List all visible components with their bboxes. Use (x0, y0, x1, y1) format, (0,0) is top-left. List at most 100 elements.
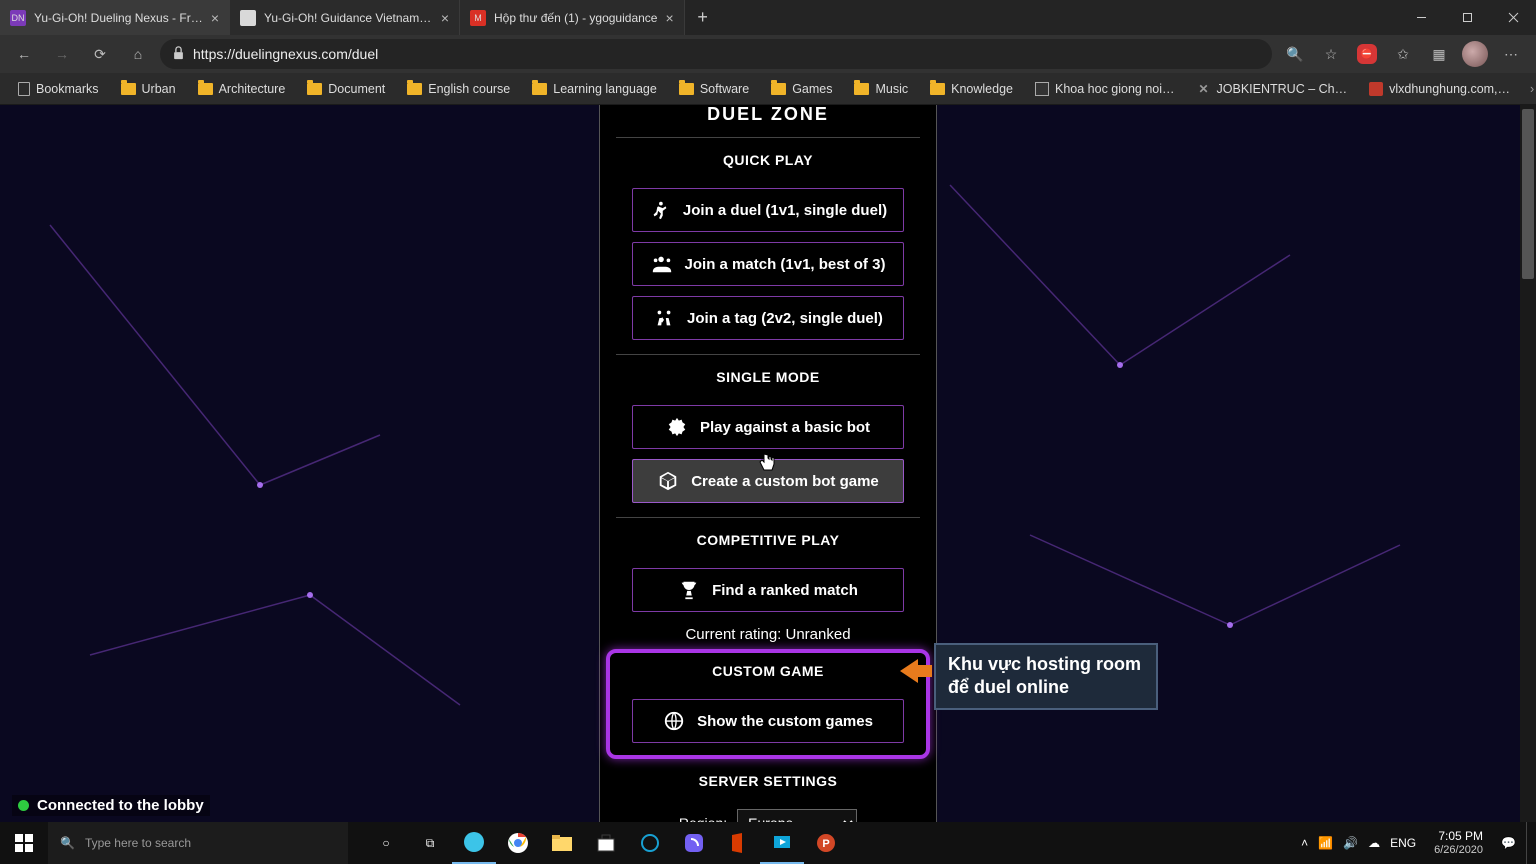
find-ranked-button[interactable]: Find a ranked match (632, 568, 904, 612)
maximize-button[interactable] (1444, 0, 1490, 35)
bookmark-item[interactable]: Urban (113, 78, 184, 100)
bookmark-item[interactable]: Document (299, 78, 393, 100)
cortana-circle-icon[interactable] (628, 822, 672, 864)
chrome-icon[interactable] (496, 822, 540, 864)
site-icon: ✕ (1197, 82, 1211, 96)
favicon-icon: M (470, 10, 486, 26)
bookmark-label: Games (792, 82, 832, 96)
onedrive-icon[interactable]: ☁ (1368, 836, 1380, 850)
bookmark-label: Software (700, 82, 749, 96)
folder-icon (121, 83, 136, 95)
bookmark-label: Knowledge (951, 82, 1013, 96)
button-label: Play against a basic bot (700, 419, 870, 436)
bookmark-label: English course (428, 82, 510, 96)
ms-store-icon[interactable] (584, 822, 628, 864)
wifi-icon[interactable]: 📶 (1318, 836, 1333, 850)
favorite-star-icon[interactable]: ☆ (1314, 37, 1348, 71)
globe-icon (663, 710, 685, 732)
taskbar-search[interactable]: 🔍 Type here to search (48, 822, 348, 864)
bookmark-label: vlxdhunghung.com,… (1389, 82, 1510, 96)
address-bar[interactable]: https://duelingnexus.com/duel (160, 39, 1272, 69)
status-text: Connected to the lobby (37, 797, 204, 814)
bookmark-item[interactable]: Music (846, 78, 916, 100)
bookmark-item[interactable]: ✕JOBKIENTRUC – Ch… (1189, 78, 1356, 100)
zoom-icon[interactable]: 🔍 (1278, 37, 1312, 71)
bookmark-item[interactable]: Games (763, 78, 840, 100)
toolbar-right: 🔍 ☆ ⛔ ✩ ▦ ⋯ (1278, 37, 1528, 71)
close-icon[interactable]: × (665, 10, 673, 26)
file-explorer-icon[interactable] (540, 822, 584, 864)
cortana-icon[interactable]: ○ (364, 822, 408, 864)
bookmark-item[interactable]: Learning language (524, 78, 665, 100)
join-duel-button[interactable]: Join a duel (1v1, single duel) (632, 188, 904, 232)
adblock-icon[interactable]: ⛔ (1350, 37, 1384, 71)
minimize-button[interactable] (1398, 0, 1444, 35)
bookmark-item[interactable]: Bookmarks (10, 78, 107, 100)
bookmark-item[interactable]: Architecture (190, 78, 294, 100)
bookmark-item[interactable]: Khoa hoc giong noi… (1027, 78, 1183, 100)
tab-label: Hộp thư đến (1) - ygoguidance (494, 11, 657, 25)
forward-button[interactable]: → (46, 38, 78, 70)
play-bot-button[interactable]: Play against a basic bot (632, 405, 904, 449)
refresh-button[interactable]: ⟳ (84, 38, 116, 70)
create-bot-game-button[interactable]: Create a custom bot game (632, 459, 904, 503)
join-tag-button[interactable]: Join a tag (2v2, single duel) (632, 296, 904, 340)
join-match-button[interactable]: Join a match (1v1, best of 3) (632, 242, 904, 286)
bookmark-item[interactable]: Software (671, 78, 757, 100)
region-row: Region: Europe (616, 809, 920, 822)
search-placeholder: Type here to search (85, 836, 191, 850)
language-indicator[interactable]: ENG (1390, 836, 1416, 850)
volume-icon[interactable]: 🔊 (1343, 836, 1358, 850)
page-scrollbar[interactable] (1520, 105, 1536, 822)
start-button[interactable] (0, 822, 48, 864)
duel-zone-panel: DUEL ZONE QUICK PLAY Join a duel (1v1, s… (599, 105, 937, 822)
powerpoint-icon[interactable]: P (804, 822, 848, 864)
button-label: Create a custom bot game (691, 473, 879, 490)
new-tab-button[interactable]: + (685, 0, 721, 35)
profile-avatar[interactable] (1458, 37, 1492, 71)
favorites-icon[interactable]: ✩ (1386, 37, 1420, 71)
bookmark-label: Learning language (553, 82, 657, 96)
scrollbar-thumb[interactable] (1522, 109, 1534, 279)
browser-tab-0[interactable]: DN Yu-Gi-Oh! Dueling Nexus - Free × (0, 0, 230, 35)
page-content: DUEL ZONE QUICK PLAY Join a duel (1v1, s… (0, 105, 1536, 822)
region-label: Region: (679, 815, 727, 822)
task-view-icon[interactable]: ⧉ (408, 822, 452, 864)
browser-tab-2[interactable]: M Hộp thư đến (1) - ygoguidance × (460, 0, 685, 35)
folder-icon (198, 83, 213, 95)
menu-button[interactable]: ⋯ (1494, 37, 1528, 71)
bookmark-item[interactable]: English course (399, 78, 518, 100)
tray-chevron-icon[interactable]: ˄ (1301, 836, 1308, 850)
taskbar-clock[interactable]: 7:05 PM 6/26/2020 (1426, 829, 1491, 857)
close-window-button[interactable] (1490, 0, 1536, 35)
bookmark-label: Khoa hoc giong noi… (1055, 82, 1175, 96)
bookmark-label: Urban (142, 82, 176, 96)
button-label: Join a match (1v1, best of 3) (685, 256, 886, 273)
search-icon: 🔍 (60, 836, 75, 850)
dice-icon (657, 470, 679, 492)
home-button[interactable]: ⌂ (122, 38, 154, 70)
action-center-icon[interactable]: 💬 (1501, 836, 1516, 850)
overflow-chevron-icon[interactable]: › (1524, 82, 1536, 96)
taskbar-apps: ○ ⧉ P (364, 822, 848, 864)
bookmark-item[interactable]: Knowledge (922, 78, 1021, 100)
video-editor-icon[interactable] (760, 822, 804, 864)
tab-label: Yu-Gi-Oh! Dueling Nexus - Free (34, 11, 203, 25)
close-icon[interactable]: × (441, 10, 449, 26)
panel-title: DUEL ZONE (616, 105, 920, 138)
browser-tab-1[interactable]: Yu-Gi-Oh! Guidance Vietnam - H × (230, 0, 460, 35)
region-select[interactable]: Europe (737, 809, 857, 822)
office-icon[interactable] (716, 822, 760, 864)
show-custom-games-button[interactable]: Show the custom games (632, 699, 904, 743)
address-bar-row: ← → ⟳ ⌂ https://duelingnexus.com/duel 🔍 … (0, 35, 1536, 73)
back-button[interactable]: ← (8, 38, 40, 70)
collections-icon[interactable]: ▦ (1422, 37, 1456, 71)
bookmark-item[interactable]: vlxdhunghung.com,… (1361, 78, 1518, 100)
show-desktop-button[interactable] (1526, 822, 1532, 864)
close-icon[interactable]: × (211, 10, 219, 26)
runner-icon (649, 199, 671, 221)
viber-icon[interactable] (672, 822, 716, 864)
annotation-text: Khu vực hosting room để duel online (948, 654, 1141, 697)
window-titlebar: DN Yu-Gi-Oh! Dueling Nexus - Free × Yu-G… (0, 0, 1536, 35)
edge-icon[interactable] (452, 822, 496, 864)
